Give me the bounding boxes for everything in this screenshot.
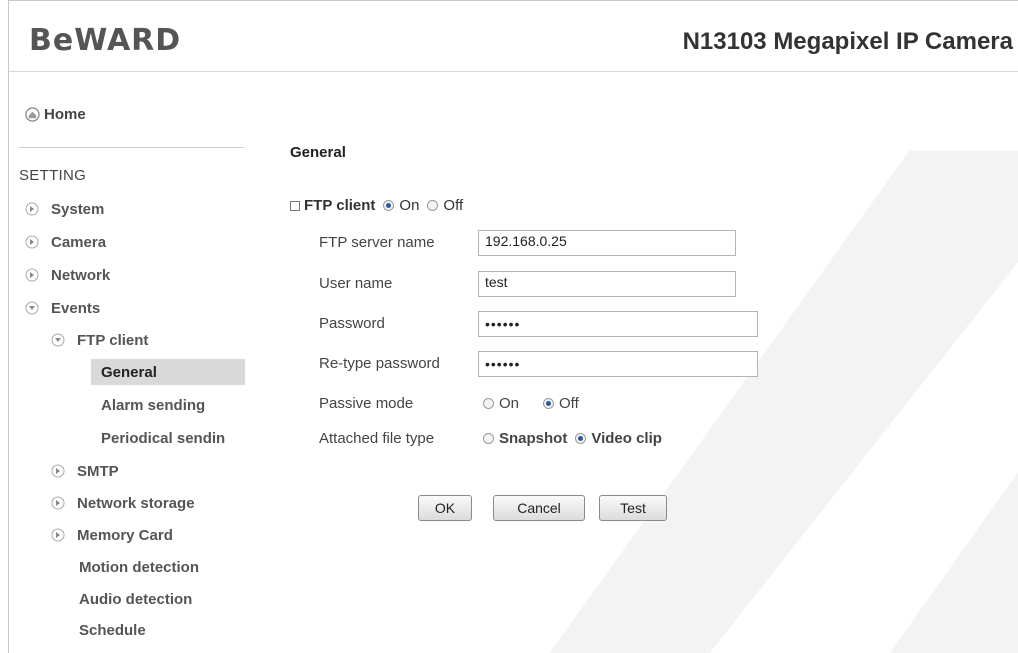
sidebar-item-label: Memory Card [77, 526, 173, 544]
home-label: Home [44, 106, 86, 123]
passive-mode-on-label: On [499, 395, 520, 412]
sidebar-item-label: Schedule [79, 621, 146, 639]
video-clip-radio[interactable] [575, 433, 587, 444]
camera-title: N13103 Megapixel IP Camera [682, 28, 1013, 55]
arrow-down-icon [51, 333, 65, 347]
ok-button[interactable]: OK [418, 495, 472, 521]
test-button[interactable]: Test [599, 495, 667, 521]
cancel-button[interactable]: Cancel [493, 495, 585, 521]
home-link[interactable]: Home [25, 106, 86, 123]
ftp-client-off-radio[interactable] [427, 200, 439, 211]
arrow-right-icon [51, 528, 65, 542]
ftp-server-name-input[interactable]: 192.168.0.25 [478, 230, 736, 256]
arrow-right-icon [25, 268, 39, 282]
ftp-client-label: FTP client [304, 197, 376, 214]
attached-file-type-options: Snapshot Video clip [475, 430, 662, 447]
collapse-square-icon[interactable] [290, 200, 300, 211]
sidebar-item-label: General [101, 363, 157, 381]
arrow-right-icon [25, 202, 39, 216]
sidebar-item-label: Network storage [77, 494, 195, 512]
sidebar-item-label: Network [51, 266, 111, 284]
sidebar-item-general[interactable]: General [91, 359, 245, 385]
sidebar-item-periodical-sending[interactable]: Periodical sendin [101, 425, 245, 451]
sidebar-item-events[interactable]: Events [25, 295, 100, 321]
brand-logo: BeWARD [29, 23, 182, 58]
attached-file-type-label: Attached file type [319, 430, 435, 447]
ftp-server-name-label: FTP server name [319, 234, 435, 251]
arrow-right-icon [51, 496, 65, 510]
passive-mode-off-radio[interactable] [543, 398, 555, 409]
video-clip-label: Video clip [591, 430, 662, 447]
passive-mode-label: Passive mode [319, 395, 414, 412]
sidebar-item-memory-card[interactable]: Memory Card [51, 522, 173, 548]
main-content: General FTP client On Off FTP server nam… [245, 72, 1018, 653]
passive-mode-off-label: Off [559, 395, 579, 412]
sidebar-item-system[interactable]: System [25, 196, 104, 222]
retype-password-input[interactable]: •••••• [478, 351, 758, 377]
password-input[interactable]: •••••• [478, 311, 758, 337]
arrow-right-icon [51, 464, 65, 478]
sidebar-item-label: Alarm sending [101, 396, 206, 414]
sidebar-item-label: Events [51, 299, 101, 317]
sidebar-item-label: Motion detection [79, 558, 199, 576]
sidebar-item-alarm-sending[interactable]: Alarm sending [101, 392, 205, 418]
ftp-client-on-radio[interactable] [383, 200, 395, 211]
ftp-client-row: FTP client On Off [290, 197, 463, 214]
sidebar: Home SETTING System Camera Network Event… [9, 72, 245, 653]
user-name-label: User name [319, 275, 393, 292]
arrow-right-icon [25, 235, 39, 249]
sidebar-item-network-storage[interactable]: Network storage [51, 490, 195, 516]
passive-mode-options: On Off [475, 395, 579, 412]
sidebar-item-label: SMTP [77, 462, 119, 480]
sidebar-item-ftp-client[interactable]: FTP client [51, 327, 148, 353]
sidebar-item-camera[interactable]: Camera [25, 229, 106, 255]
sidebar-item-smtp[interactable]: SMTP [51, 458, 119, 484]
home-icon [25, 107, 40, 122]
sidebar-item-label: Camera [51, 233, 107, 251]
sidebar-item-label: FTP client [77, 331, 149, 349]
ftp-client-on-label: On [399, 197, 420, 214]
sidebar-item-audio-detection[interactable]: Audio detection [79, 586, 192, 612]
sidebar-item-network[interactable]: Network [25, 262, 110, 288]
passive-mode-on-radio[interactable] [483, 398, 494, 409]
sidebar-item-label: System [51, 200, 105, 218]
sidebar-item-schedule[interactable]: Schedule [79, 617, 146, 643]
sidebar-divider [19, 147, 244, 148]
user-name-input[interactable]: test [478, 271, 736, 297]
page-title: General [290, 144, 346, 161]
password-label: Password [319, 315, 385, 332]
snapshot-radio[interactable] [483, 433, 494, 444]
ftp-client-off-label: Off [443, 197, 464, 214]
arrow-down-icon [25, 301, 39, 315]
sidebar-item-label: Audio detection [79, 590, 193, 608]
header: BeWARD N13103 Megapixel IP Camera [9, 1, 1018, 72]
sidebar-item-label: Periodical sendin [101, 429, 226, 447]
setting-heading: SETTING [19, 167, 87, 184]
snapshot-label: Snapshot [499, 430, 568, 447]
sidebar-item-motion-detection[interactable]: Motion detection [79, 554, 199, 580]
retype-password-label: Re-type password [319, 355, 440, 372]
app-frame: BeWARD N13103 Megapixel IP Camera Home S… [8, 0, 1018, 653]
